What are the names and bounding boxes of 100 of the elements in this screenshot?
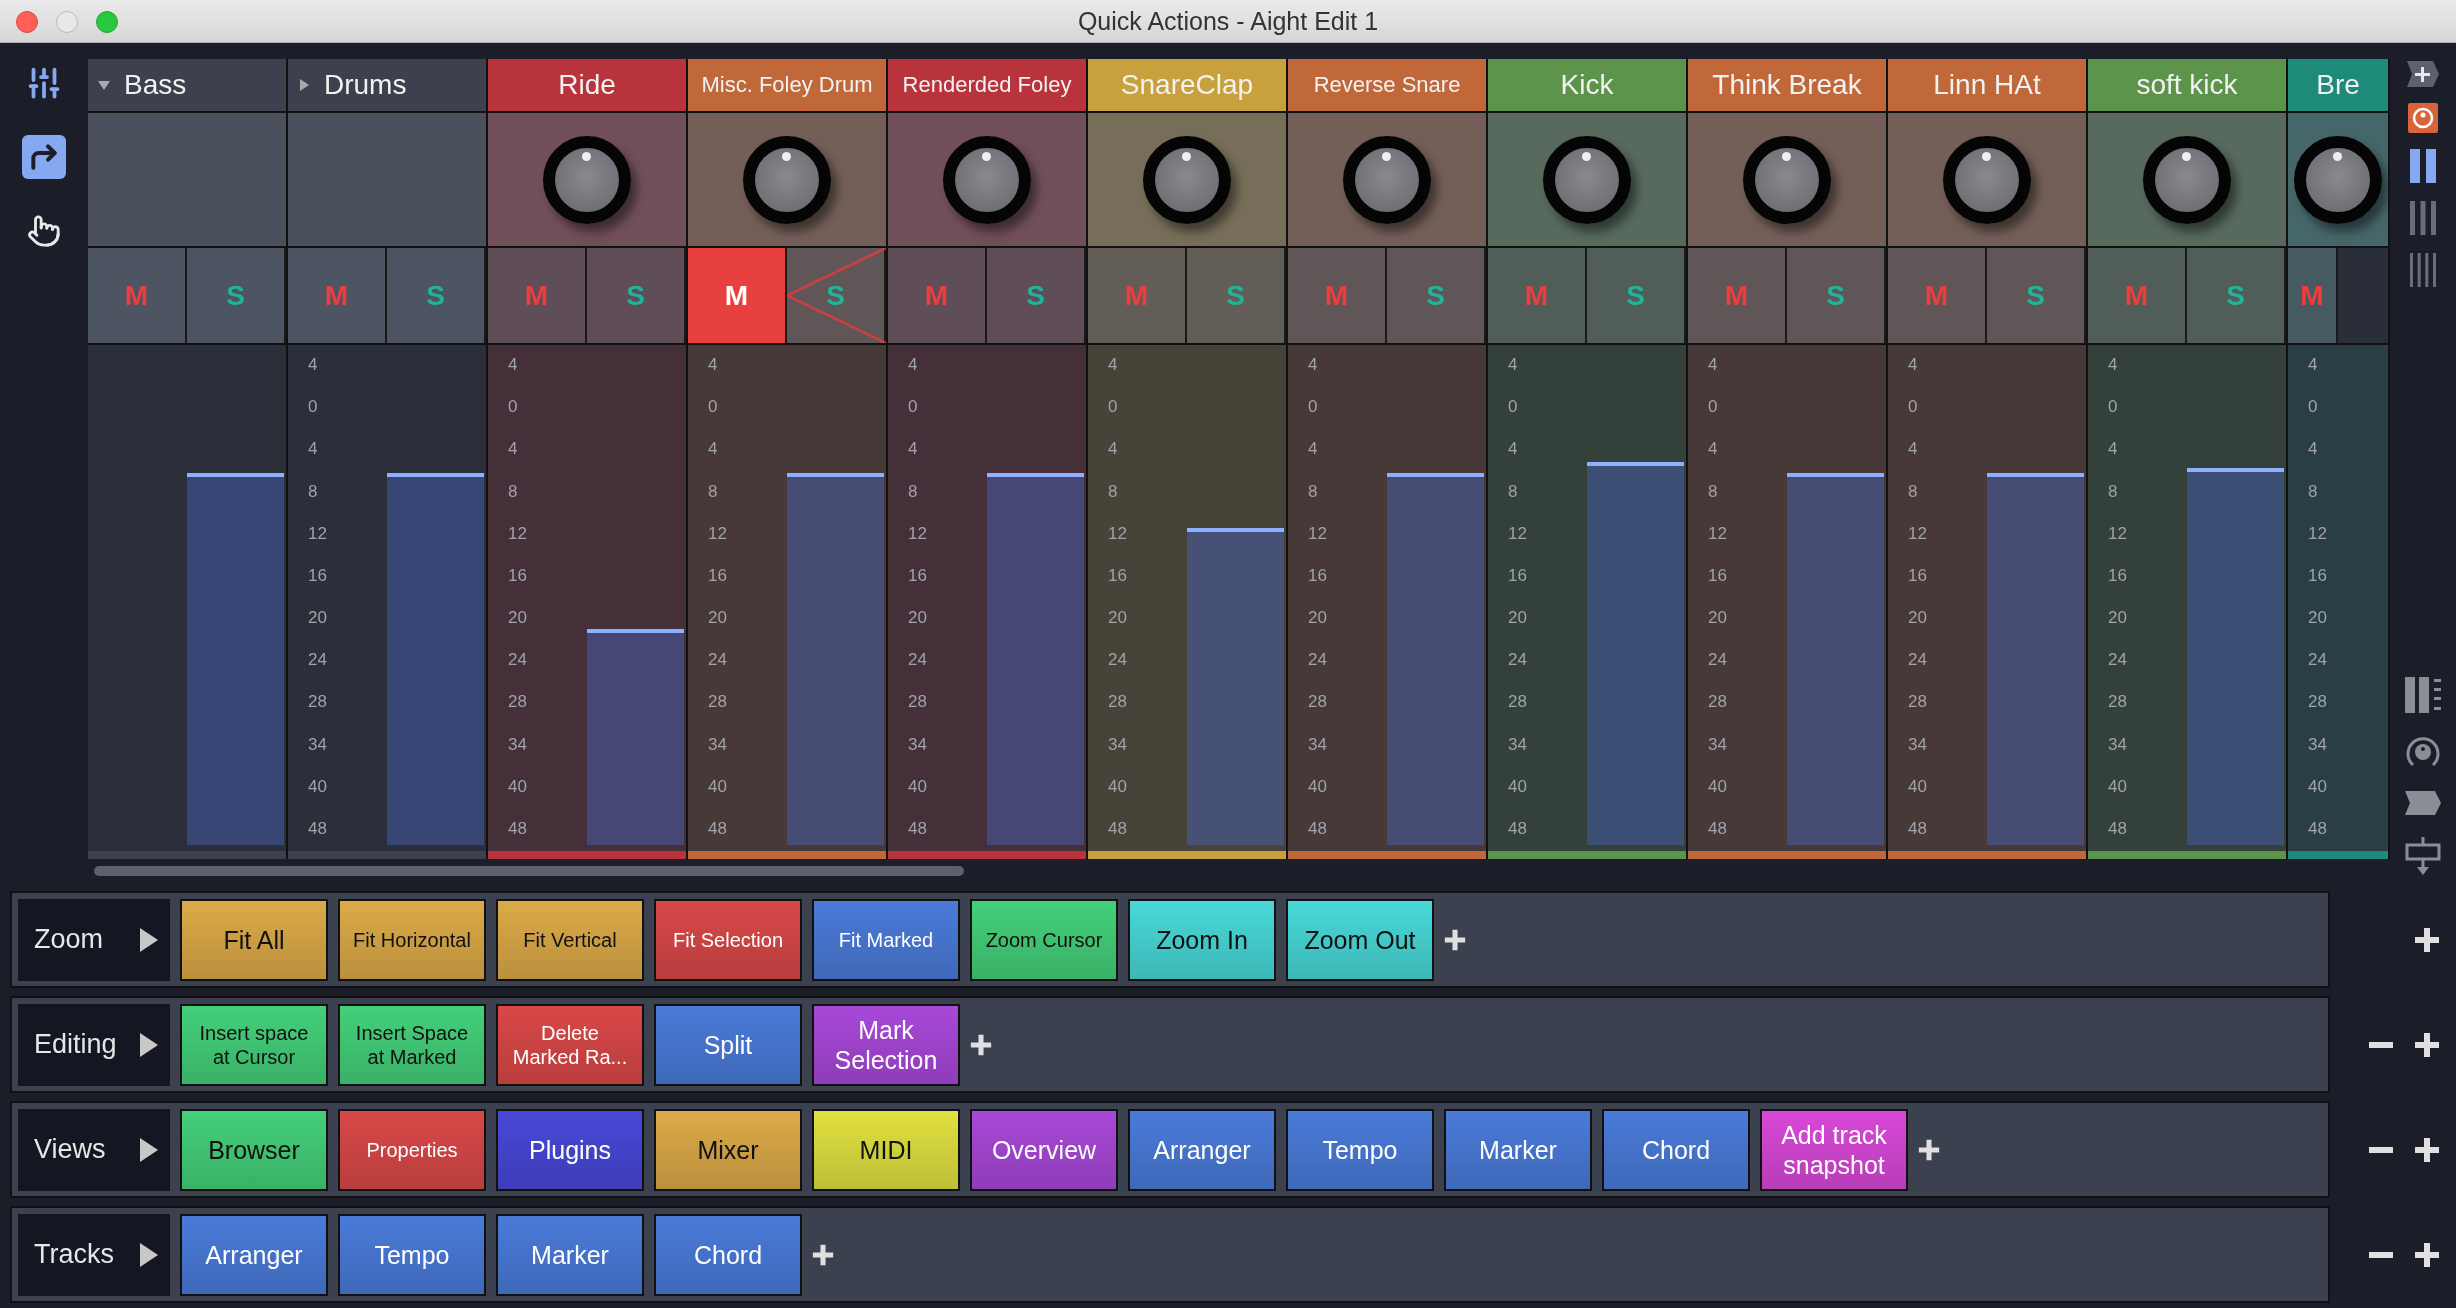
channel-header[interactable]: Bre	[2288, 59, 2388, 113]
quick-action-button[interactable]: Fit Selection	[654, 898, 802, 981]
solo-button[interactable]: S	[387, 248, 486, 343]
add-row-icon[interactable]	[2414, 1031, 2440, 1058]
solo-button[interactable]: S	[787, 248, 886, 343]
four-columns-icon[interactable]	[2408, 251, 2438, 289]
scale-label: 4	[1708, 355, 1719, 375]
channel-name: Bre	[2316, 69, 2360, 101]
channel-header[interactable]: Bass	[88, 59, 286, 113]
channel-header[interactable]: Misc. Foley Drum	[688, 59, 886, 113]
quick-action-button[interactable]: Fit All	[180, 898, 328, 981]
channel-header[interactable]: Think Break	[1688, 59, 1886, 113]
quick-action-button[interactable]: Properties	[338, 1108, 486, 1191]
channel-header[interactable]: Reverse Snare	[1288, 59, 1486, 113]
channel-name: Bass	[124, 69, 187, 101]
scale-label: 48	[1108, 818, 1128, 839]
quick-action-button[interactable]: Fit Vertical	[496, 898, 644, 981]
quick-action-button[interactable]: Chord	[1602, 1108, 1750, 1191]
scale-label: 34	[708, 734, 728, 755]
quick-action-button[interactable]: Plugins	[496, 1108, 644, 1191]
collapsed-caret-icon[interactable]	[298, 79, 310, 91]
three-columns-icon[interactable]	[2408, 199, 2438, 237]
quick-action-button[interactable]: Zoom Out	[1286, 898, 1434, 981]
channel-header[interactable]: Renderded Foley	[888, 59, 1086, 113]
mute-button[interactable]: M	[688, 248, 787, 343]
quick-action-button[interactable]: Zoom Cursor	[970, 898, 1118, 981]
scale-label: 0	[1108, 397, 1119, 418]
quick-action-button[interactable]: Fit Marked	[812, 898, 960, 981]
row-label[interactable]: Editing	[18, 1003, 170, 1086]
scale-label: 4	[908, 355, 919, 375]
channel-header[interactable]: Drums	[288, 59, 486, 113]
quick-action-button[interactable]: Insert Space at Marked	[338, 1003, 486, 1086]
row-label[interactable]: Tracks	[18, 1213, 170, 1296]
scale-label: 20	[1108, 608, 1128, 629]
quick-action-button[interactable]: Mixer	[654, 1108, 802, 1191]
solo-button[interactable]: S	[1587, 248, 1686, 343]
scale-label: 12	[908, 523, 928, 544]
insert-down-icon[interactable]	[2405, 837, 2441, 875]
channel-header[interactable]: soft kick	[2088, 59, 2286, 113]
add-row-icon[interactable]	[2414, 926, 2440, 953]
scale-label: 4	[1108, 439, 1119, 460]
channel-header[interactable]: Kick	[1488, 59, 1686, 113]
scale-label: 16	[708, 565, 728, 586]
add-action-icon[interactable]	[812, 1243, 834, 1266]
knob-rotate-icon[interactable]	[2405, 735, 2441, 769]
marker-tag-icon[interactable]	[2405, 791, 2441, 815]
quick-action-button[interactable]: Chord	[654, 1213, 802, 1296]
solo-button[interactable]: S	[1987, 248, 2086, 343]
meter-bars-icon[interactable]	[2405, 677, 2441, 713]
scale-label: 4	[908, 439, 919, 460]
quick-action-button[interactable]: Tempo	[1286, 1108, 1434, 1191]
quick-action-button[interactable]: Fit Horizontal	[338, 898, 486, 981]
add-row-icon[interactable]	[2414, 1241, 2440, 1268]
channel-name: Reverse Snare	[1313, 72, 1461, 98]
knob-icon[interactable]	[2408, 103, 2438, 133]
solo-button[interactable]: S	[1387, 248, 1486, 343]
quick-action-button[interactable]: Tempo	[338, 1213, 486, 1296]
quick-action-button[interactable]: Mark Selection	[812, 1003, 960, 1086]
scale-label: 40	[2108, 776, 2128, 797]
row-label-text: Tracks	[34, 1239, 114, 1270]
scale-label: 16	[2308, 565, 2328, 586]
scale-label: 40	[1708, 776, 1728, 797]
channel-header[interactable]: Linn HAt	[1888, 59, 2086, 113]
close-button[interactable]	[16, 11, 38, 33]
solo-button[interactable]: S	[1187, 248, 1286, 343]
scale-label: 0	[2308, 397, 2319, 418]
solo-button[interactable]: S	[587, 248, 686, 343]
solo-button[interactable]: S	[187, 248, 286, 343]
two-columns-icon[interactable]	[2408, 147, 2438, 185]
scale-label: 20	[708, 608, 728, 629]
row-label[interactable]: Views	[18, 1108, 170, 1191]
add-track-icon[interactable]	[2405, 59, 2441, 89]
quick-action-button[interactable]: Split	[654, 1003, 802, 1086]
channel-header[interactable]: Ride	[488, 59, 686, 113]
quick-action-button[interactable]: Zoom In	[1128, 898, 1276, 981]
scrollbar-thumb[interactable]	[94, 866, 964, 876]
add-action-icon[interactable]	[1444, 928, 1466, 951]
quick-action-button[interactable]: Marker	[1444, 1108, 1592, 1191]
add-row-icon[interactable]	[2414, 1136, 2440, 1163]
add-action-icon[interactable]	[970, 1033, 992, 1056]
quick-action-button[interactable]: Overview	[970, 1108, 1118, 1191]
scale-label: 20	[308, 608, 328, 629]
channel-name: Renderded Foley	[902, 72, 1072, 98]
quick-action-button[interactable]: Delete Marked Ra...	[496, 1003, 644, 1086]
scale-label: 40	[308, 776, 328, 797]
solo-button[interactable]: S	[987, 248, 1086, 343]
quick-action-button[interactable]: MIDI	[812, 1108, 960, 1191]
solo-button[interactable]: S	[2187, 248, 2286, 343]
quick-action-button[interactable]: Arranger	[1128, 1108, 1276, 1191]
quick-action-button[interactable]: Browser	[180, 1108, 328, 1191]
solo-button[interactable]: S	[1787, 248, 1886, 343]
quick-action-button[interactable]: Arranger	[180, 1213, 328, 1296]
quick-action-button[interactable]: Marker	[496, 1213, 644, 1296]
scale-label: 24	[908, 650, 928, 671]
add-action-icon[interactable]	[1918, 1138, 1940, 1161]
quick-action-button[interactable]: Add track snapshot	[1760, 1108, 1908, 1191]
quick-action-button[interactable]: Insert space at Cursor	[180, 1003, 328, 1086]
scale-label: 34	[1108, 734, 1128, 755]
row-label[interactable]: Zoom	[18, 898, 170, 981]
expanded-caret-icon[interactable]	[98, 79, 110, 91]
